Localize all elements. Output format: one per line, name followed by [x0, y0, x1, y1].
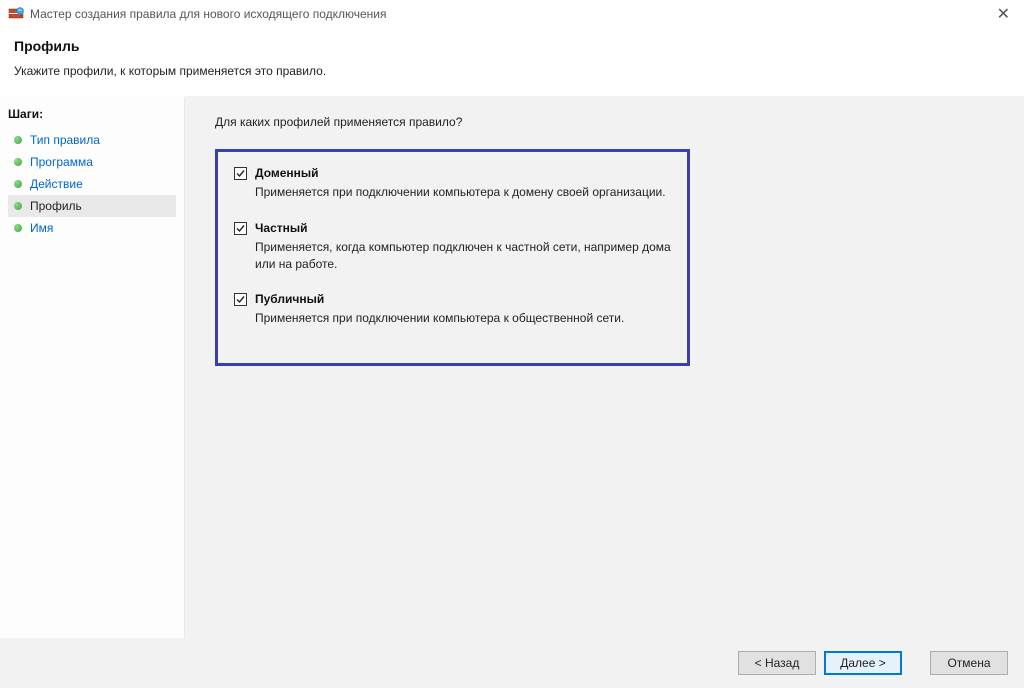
- checkbox-row-public: Публичный: [234, 292, 671, 306]
- checkbox-public[interactable]: [234, 293, 247, 306]
- checkbox-domain[interactable]: [234, 167, 247, 180]
- back-button[interactable]: < Назад: [738, 651, 816, 675]
- close-icon[interactable]: ✕: [991, 4, 1016, 24]
- checkbox-row-domain: Доменный: [234, 166, 671, 180]
- step-bullet-icon: [14, 158, 22, 166]
- checkbox-desc: Применяется при подключении компьютера к…: [255, 310, 671, 327]
- sidebar: Шаги: Тип правила Программа Действие Про…: [0, 97, 185, 644]
- header-area: Профиль Укажите профили, к которым приме…: [0, 28, 1024, 96]
- sidebar-item-label: Профиль: [30, 199, 82, 213]
- firewall-icon: [8, 6, 24, 22]
- checkbox-label: Частный: [255, 221, 308, 235]
- sidebar-item-label: Имя: [30, 221, 53, 235]
- checkbox-label: Доменный: [255, 166, 319, 180]
- step-bullet-icon: [14, 202, 22, 210]
- content-area: Для каких профилей применяется правило? …: [185, 97, 1024, 644]
- step-bullet-icon: [14, 224, 22, 232]
- sidebar-item-rule-type[interactable]: Тип правила: [8, 129, 176, 151]
- checkbox-desc: Применяется при подключении компьютера к…: [255, 184, 671, 201]
- sidebar-item-label: Программа: [30, 155, 93, 169]
- cancel-button[interactable]: Отмена: [930, 651, 1008, 675]
- sidebar-item-program[interactable]: Программа: [8, 151, 176, 173]
- sidebar-item-label: Действие: [30, 177, 83, 191]
- steps-label: Шаги:: [8, 107, 176, 121]
- main-layout: Шаги: Тип правила Программа Действие Про…: [0, 96, 1024, 644]
- sidebar-item-profile[interactable]: Профиль: [8, 195, 176, 217]
- button-bar: < Назад Далее > Отмена: [0, 638, 1024, 688]
- highlight-box: Доменный Применяется при подключении ком…: [215, 149, 690, 366]
- titlebar-left: Мастер создания правила для нового исход…: [8, 6, 387, 22]
- titlebar: Мастер создания правила для нового исход…: [0, 0, 1024, 28]
- sidebar-item-action[interactable]: Действие: [8, 173, 176, 195]
- content-question: Для каких профилей применяется правило?: [215, 115, 994, 129]
- step-bullet-icon: [14, 136, 22, 144]
- page-title: Профиль: [14, 38, 1010, 54]
- checkbox-label: Публичный: [255, 292, 324, 306]
- checkbox-row-private: Частный: [234, 221, 671, 235]
- page-subtitle: Укажите профили, к которым применяется э…: [14, 64, 1010, 78]
- checkbox-desc: Применяется, когда компьютер подключен к…: [255, 239, 671, 273]
- sidebar-item-label: Тип правила: [30, 133, 100, 147]
- sidebar-item-name[interactable]: Имя: [8, 217, 176, 239]
- next-button[interactable]: Далее >: [824, 651, 902, 675]
- step-bullet-icon: [14, 180, 22, 188]
- checkbox-private[interactable]: [234, 222, 247, 235]
- window-title: Мастер создания правила для нового исход…: [30, 7, 387, 21]
